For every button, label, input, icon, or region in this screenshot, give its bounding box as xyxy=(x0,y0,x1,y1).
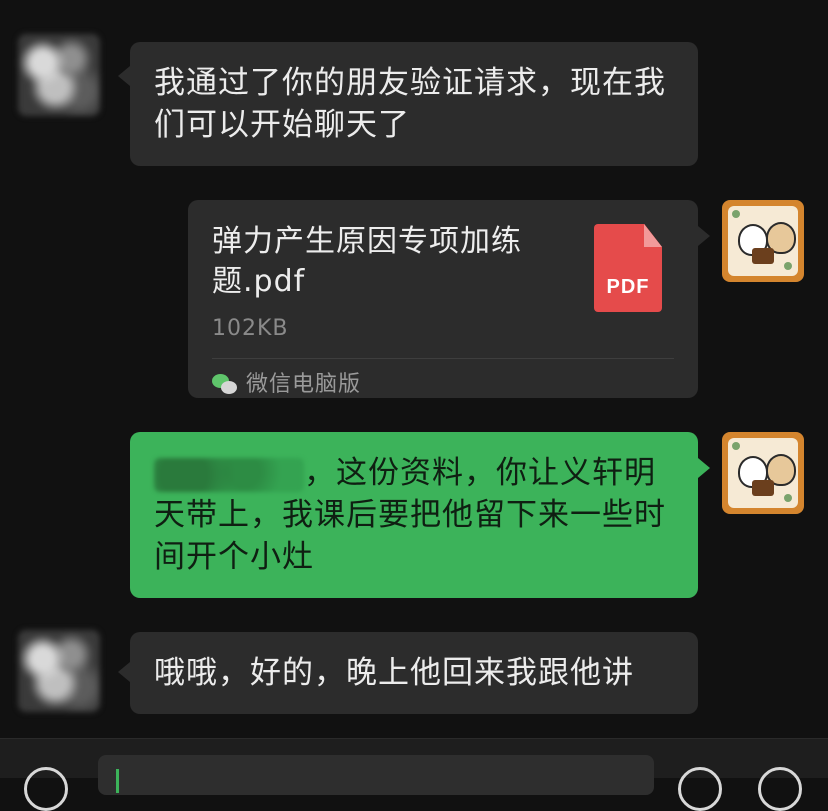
my-avatar[interactable] xyxy=(722,432,804,514)
contact-avatar[interactable] xyxy=(18,34,100,116)
bubble-tail xyxy=(118,662,130,682)
wechat-icon xyxy=(212,374,238,396)
message-text: ，这份资料，你让义轩明天带上，我课后要把他留下来一些时间开个小灶 xyxy=(154,452,676,578)
pdf-badge: PDF xyxy=(606,276,650,298)
message-bubble-contact[interactable]: 我通过了你的朋友验证请求，现在我们可以开始聊天了 xyxy=(130,42,698,166)
divider xyxy=(212,358,674,359)
my-avatar[interactable] xyxy=(722,200,804,282)
message-input-bar xyxy=(0,738,828,811)
bubble-tail xyxy=(118,66,130,86)
message-bubble-me[interactable]: ，这份资料，你让义轩明天带上，我课后要把他留下来一些时间开个小灶 xyxy=(130,432,698,598)
file-message-card[interactable]: 弹力产生原因专项加练题.pdf 102KB PDF 微信电脑版 xyxy=(188,200,698,398)
contact-avatar[interactable] xyxy=(18,630,100,712)
file-source-label: 微信电脑版 xyxy=(246,372,362,397)
emoji-icon[interactable] xyxy=(678,767,722,811)
message-bubble-contact[interactable]: 哦哦，好的，晚上他回来我跟他讲 xyxy=(130,632,698,714)
redacted-name xyxy=(154,457,304,492)
file-size: 102KB xyxy=(212,316,289,341)
chat-area: 我通过了你的朋友验证请求，现在我们可以开始聊天了 弹力产生原因专项加练题.pdf… xyxy=(0,0,828,738)
text-caret xyxy=(116,769,119,793)
message-text: 哦哦，好的，晚上他回来我跟他讲 xyxy=(154,655,634,691)
bubble-tail xyxy=(698,226,710,246)
message-text: 我通过了你的朋友验证请求，现在我们可以开始聊天了 xyxy=(154,65,666,143)
plus-icon[interactable] xyxy=(758,767,802,811)
bubble-tail xyxy=(698,458,710,478)
voice-icon[interactable] xyxy=(24,767,68,811)
file-name: 弹力产生原因专项加练题.pdf xyxy=(212,224,522,299)
file-source: 微信电脑版 xyxy=(212,364,361,406)
message-input[interactable] xyxy=(98,755,654,795)
